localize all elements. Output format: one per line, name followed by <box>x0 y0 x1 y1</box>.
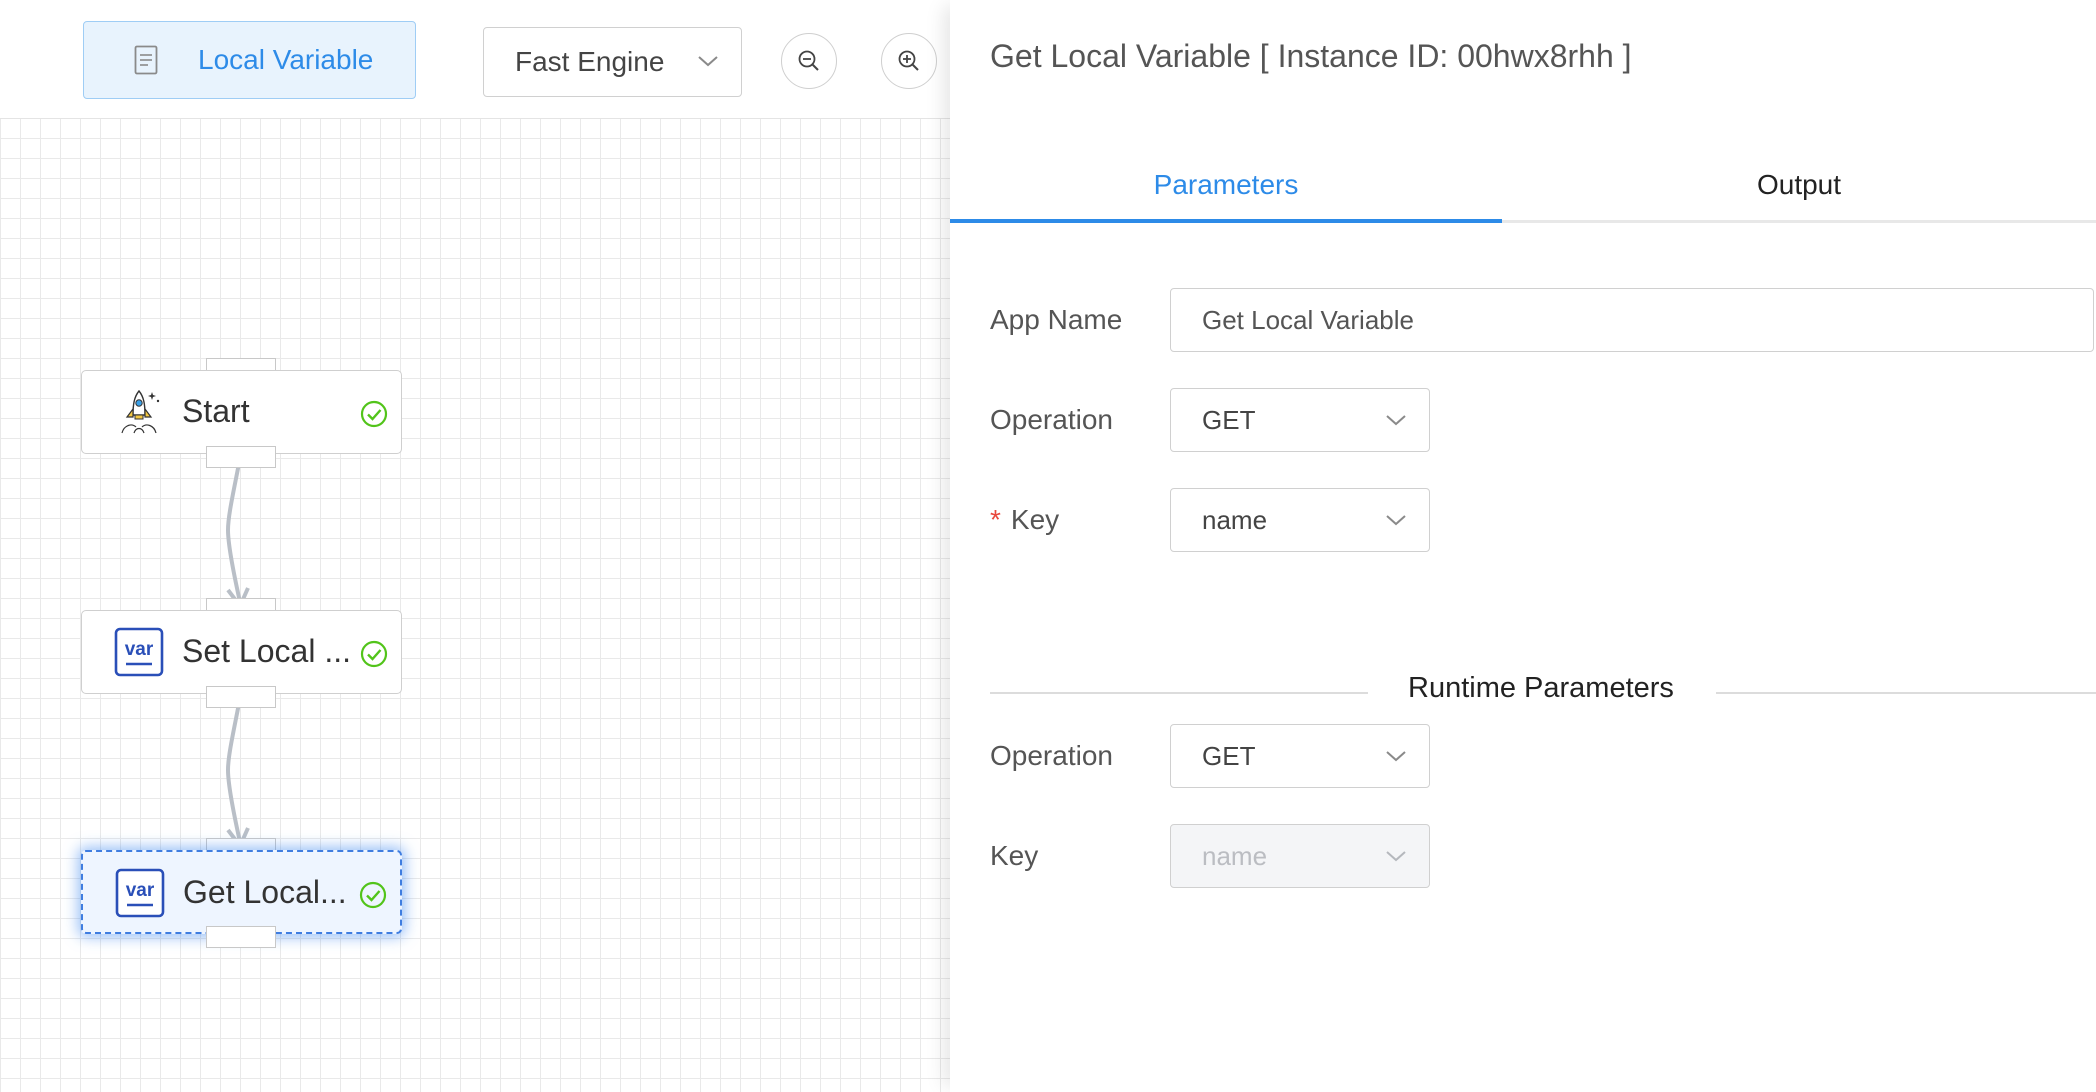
operation-label: Operation <box>990 404 1113 435</box>
runtime-parameters-divider: Runtime Parameters <box>990 672 2096 712</box>
var-icon: var <box>114 627 164 677</box>
runtime-parameters-title: Runtime Parameters <box>1408 672 1674 704</box>
check-circle-icon <box>360 640 388 668</box>
zoom-in-button[interactable] <box>881 33 937 89</box>
engine-select-value: Fast Engine <box>515 46 665 77</box>
local-variable-button[interactable]: Local Variable <box>83 21 416 99</box>
runtime-operation-label: Operation <box>990 740 1113 771</box>
properties-panel: Get Local Variable [ Instance ID: 00hwx8… <box>950 0 2096 1092</box>
start-output-port[interactable] <box>206 446 276 468</box>
chevron-down-icon <box>698 56 718 67</box>
key-select-value: name <box>1202 504 1268 535</box>
zoom-in-icon <box>898 50 919 71</box>
key-row: * Key name <box>990 488 1590 552</box>
node-label: Set Local ... <box>182 633 351 669</box>
runtime-operation-value: GET <box>1202 740 1256 771</box>
runtime-key-select: name <box>1170 824 1430 888</box>
key-label: * Key <box>990 504 1060 535</box>
zoom-out-icon <box>798 50 819 71</box>
operation-select[interactable]: GET <box>1170 388 1430 452</box>
flow-node-set-local[interactable]: var Set Local ... <box>81 610 402 694</box>
runtime-operation-row: Operation GET <box>990 724 1590 788</box>
chevron-down-icon <box>1386 515 1406 526</box>
document-icon <box>134 45 158 75</box>
rocket-icon <box>121 389 160 434</box>
local-variable-label: Local Variable <box>198 44 374 75</box>
chevron-down-icon <box>1386 851 1406 862</box>
svg-text:var: var <box>126 880 155 901</box>
chevron-down-icon <box>1386 751 1406 762</box>
operation-select-value: GET <box>1202 404 1256 435</box>
app-name-label: App Name <box>990 304 1123 335</box>
check-circle-icon <box>359 881 387 909</box>
runtime-operation-select[interactable]: GET <box>1170 724 1430 788</box>
svg-text:var: var <box>125 639 154 660</box>
tab-parameters[interactable]: Parameters <box>950 150 1502 223</box>
runtime-key-row: Key name <box>990 824 1590 888</box>
panel-tabs: Parameters Output <box>950 150 2096 223</box>
panel-title: Get Local Variable [ Instance ID: 00hwx8… <box>990 38 1632 74</box>
var-icon: var <box>115 868 165 918</box>
check-circle-icon <box>360 400 388 428</box>
set-output-port[interactable] <box>206 686 276 708</box>
app-name-input[interactable]: Get Local Variable <box>1170 288 2094 352</box>
app-name-row: App Name Get Local Variable <box>990 288 2094 352</box>
canvas-toolbar: Local Variable Fast Engine <box>0 0 950 119</box>
tab-output[interactable]: Output <box>1502 150 2096 220</box>
node-label: Get Local... <box>183 874 347 910</box>
engine-select[interactable]: Fast Engine <box>483 27 742 97</box>
get-output-port[interactable] <box>206 926 276 948</box>
zoom-out-button[interactable] <box>781 33 837 89</box>
flow-node-start[interactable]: Start <box>81 370 402 454</box>
runtime-key-label: Key <box>990 840 1039 871</box>
flow-node-get-local[interactable]: var Get Local... <box>81 850 402 934</box>
flow-canvas[interactable]: Start var Set Local ... var Get Local... <box>0 0 950 1092</box>
operation-row: Operation GET <box>990 388 1590 452</box>
chevron-down-icon <box>1386 415 1406 426</box>
required-mark: * <box>990 504 1001 535</box>
runtime-key-value: name <box>1202 840 1268 871</box>
key-select[interactable]: name <box>1170 488 1430 552</box>
node-label: Start <box>182 393 250 429</box>
